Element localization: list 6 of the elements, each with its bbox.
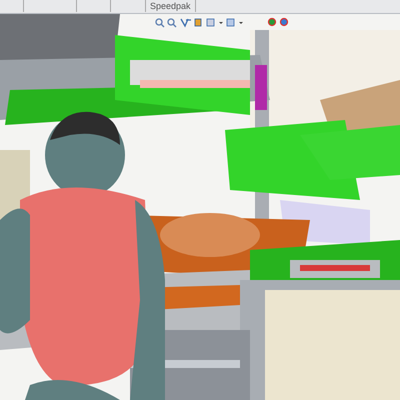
ribbon-group-label[interactable]: Speedpak: [145, 0, 196, 12]
zoom-icon[interactable]: [167, 18, 176, 28]
zoom-icon[interactable]: [155, 18, 164, 28]
caret-icon[interactable]: [239, 22, 243, 24]
arrow-icon[interactable]: [180, 18, 192, 28]
caret-icon[interactable]: [219, 22, 223, 24]
